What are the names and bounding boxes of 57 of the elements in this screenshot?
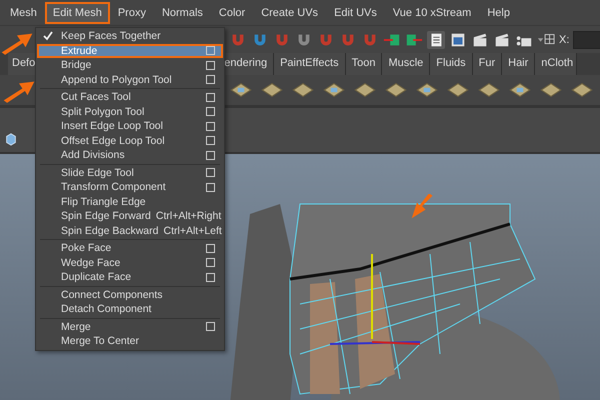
option-box-icon[interactable]	[206, 92, 215, 102]
option-box-icon[interactable]	[206, 272, 215, 282]
shelf-tab[interactable]: Toon	[346, 53, 382, 75]
menu-item[interactable]: Append to Polygon Tool	[37, 72, 223, 87]
cube-icon[interactable]	[4, 132, 18, 146]
menu-item[interactable]: Spin Edge Backward Ctrl+Alt+Left	[37, 224, 223, 238]
option-box-icon[interactable]	[206, 136, 215, 146]
coordinate-label: X:	[559, 34, 570, 46]
menu-item[interactable]: Slide Edge Tool	[37, 166, 223, 180]
option-box-icon[interactable]	[206, 244, 215, 253]
menu-bar-item[interactable]: Help	[479, 2, 518, 24]
menu-bar-item[interactable]: Edit UVs	[326, 2, 385, 24]
shortcut-label: Ctrl+Alt+Left	[163, 224, 222, 237]
option-box-icon[interactable]	[206, 258, 215, 268]
menu-item[interactable]: Wedge Face	[37, 256, 223, 270]
render-window-icon[interactable]	[449, 30, 467, 48]
menu-item[interactable]: Duplicate Face	[37, 270, 223, 284]
option-box-icon[interactable]	[206, 122, 215, 131]
menu-item[interactable]: Connect Components	[37, 288, 223, 302]
option-box-icon[interactable]	[206, 168, 215, 178]
menu-item[interactable]: Cut Faces Tool	[37, 90, 223, 104]
option-box-icon[interactable]	[206, 150, 215, 160]
menu-bar-item[interactable]: Proxy	[110, 2, 154, 24]
option-box-icon[interactable]	[206, 60, 215, 70]
menu-item[interactable]: Keep Faces Together	[37, 29, 223, 44]
menu-bar-item[interactable]: Vue 10 xStream	[384, 2, 480, 24]
menu-bar-item[interactable]: Color	[210, 2, 254, 24]
shelf-tab[interactable]: nCloth	[535, 53, 578, 75]
menu-bar-item[interactable]: Mesh	[2, 2, 45, 24]
menu-item[interactable]: Spin Edge Forward Ctrl+Alt+Right	[37, 209, 223, 224]
shelf-tab[interactable]: PaintEffects	[274, 53, 346, 75]
menu-item[interactable]: Flip Triangle Edge	[37, 194, 223, 209]
menu-item[interactable]: Split Polygon Tool	[37, 104, 223, 119]
menu-bar-item[interactable]: Normals	[154, 2, 211, 24]
option-box-icon[interactable]	[206, 182, 215, 192]
option-box-icon[interactable]	[206, 322, 215, 332]
shelf-tab[interactable]: Fluids	[430, 53, 473, 75]
menu-item[interactable]: Bridge	[37, 58, 223, 72]
menu-item[interactable]: Extrude	[37, 44, 223, 58]
menu-item[interactable]: Transform Component	[37, 180, 223, 194]
menu-item[interactable]: Offset Edge Loop Tool	[37, 134, 223, 148]
shelf-tab[interactable]: Muscle	[382, 53, 430, 75]
menu-item[interactable]: Poke Face	[37, 241, 223, 256]
menu-item[interactable]: Insert Edge Loop Tool	[37, 119, 223, 134]
shortcut-label: Ctrl+Alt+Right	[156, 210, 222, 222]
menu-bar-item[interactable]: Edit Mesh	[44, 2, 110, 24]
option-box-icon[interactable]	[206, 107, 215, 116]
shelf-tab[interactable]: endering	[222, 53, 274, 75]
menu-item[interactable]: Add Divisions	[37, 148, 223, 162]
document-icon[interactable]	[427, 30, 445, 48]
menu-item[interactable]: Merge To Center	[37, 334, 223, 348]
shelf-tab[interactable]: Fur	[472, 53, 502, 75]
option-box-icon[interactable]	[206, 75, 215, 84]
menu-item[interactable]: Merge	[37, 320, 223, 334]
shelf-tab[interactable]: Hair	[502, 53, 536, 75]
menu-item[interactable]: Detach Component	[37, 302, 223, 316]
menu-bar-item[interactable]: Create UVs	[253, 2, 326, 24]
